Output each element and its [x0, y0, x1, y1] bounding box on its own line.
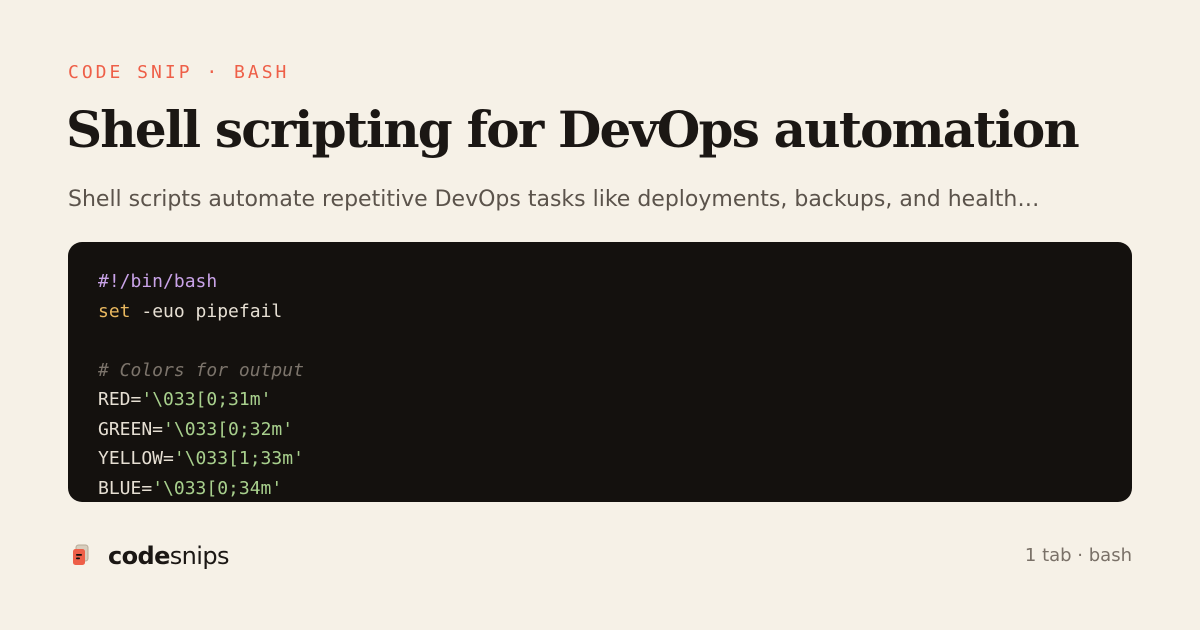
code-content: #!/bin/bash set -euo pipefail # Colors fo…	[98, 267, 304, 502]
code-block: #!/bin/bash set -euo pipefail # Colors fo…	[68, 242, 1132, 502]
code-token-shebang: #!/bin/bash	[98, 271, 218, 292]
code-token-plain: GREEN=	[98, 418, 164, 440]
code-token-plain: BLUE=	[98, 477, 153, 499]
snippet-meta: 1 tab · bash	[1024, 545, 1132, 566]
brand-name-bold: code	[108, 542, 170, 570]
code-line: YELLOW='\033[1;33m'	[98, 444, 304, 474]
snippet-cards-icon	[68, 543, 92, 569]
code-line: # Colors for output	[98, 356, 304, 386]
code-token-string: '\033[0;34m'	[152, 477, 283, 499]
code-token-plain: YELLOW=	[98, 448, 174, 469]
code-token-string: '\033[0;32m'	[163, 418, 294, 440]
category-label: CODE SNIP · BASH	[68, 62, 290, 83]
code-token-string: '\033[0;31m'	[141, 389, 272, 410]
brand-name: codesnips	[108, 542, 230, 570]
brand-name-light: snips	[169, 542, 230, 570]
code-line: #!/bin/bash	[98, 267, 304, 297]
code-token-keyword: set	[98, 300, 131, 322]
code-token-string: '\033[1;33m'	[173, 448, 304, 469]
brand-logo[interactable]: codesnips	[68, 536, 230, 576]
code-token-plain: -euo pipefail	[130, 300, 283, 322]
code-line: GREEN='\033[0;32m'	[98, 415, 304, 445]
code-token-plain: RED=	[98, 389, 142, 410]
snippet-description: Shell scripts automate repetitive DevOps…	[68, 187, 1040, 212]
code-line: BLUE='\033[0;34m'	[98, 474, 304, 503]
code-token-comment: # Colors for output	[98, 359, 304, 381]
footer: codesnips 1 tab · bash	[68, 536, 1132, 576]
code-line: RED='\033[0;31m'	[98, 385, 304, 415]
code-line: set -euo pipefail	[98, 297, 304, 327]
page-title: Shell scripting for DevOps automation	[66, 100, 1080, 159]
